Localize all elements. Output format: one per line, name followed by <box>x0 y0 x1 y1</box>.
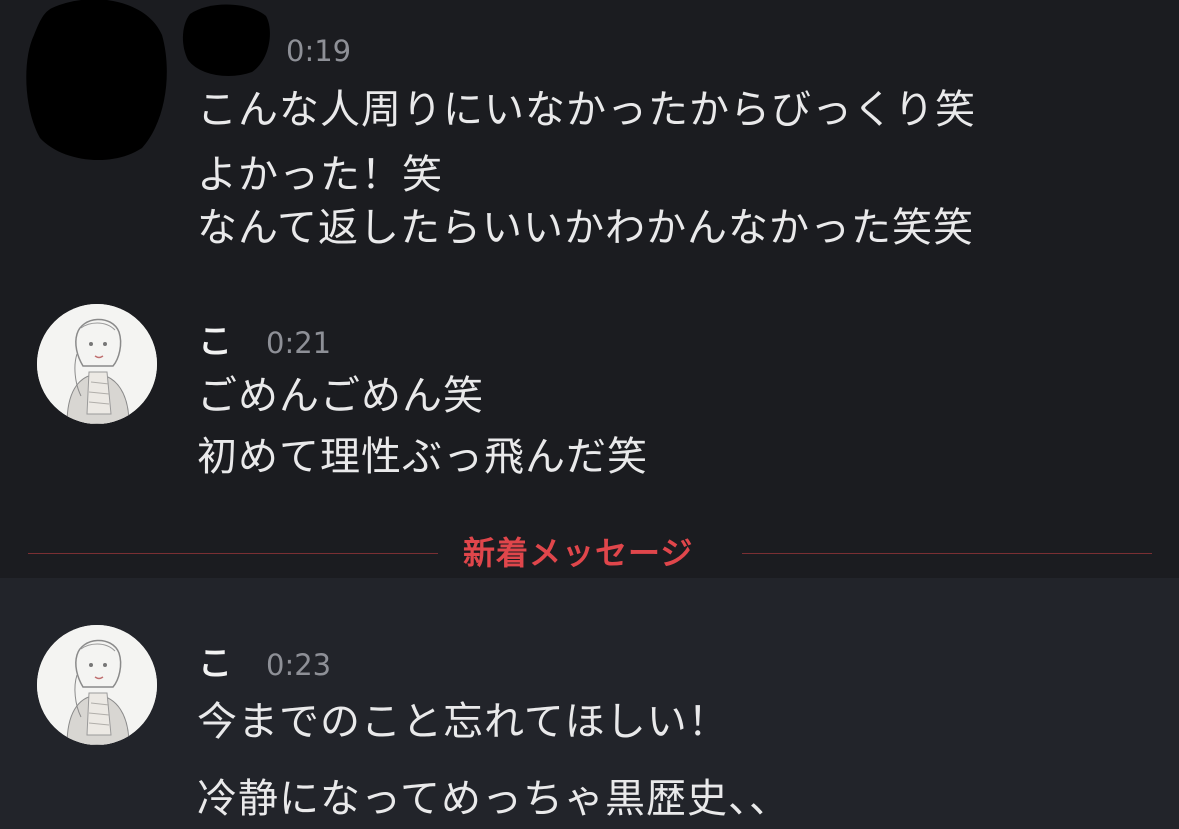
chat-view: 0:19 こんな人周りにいなかったからびっくり笑 よかった！笑 なんて返したらい… <box>0 0 1179 829</box>
avatar[interactable] <box>37 625 157 745</box>
message-timestamp: 0:21 <box>266 326 332 360</box>
message-author[interactable]: こ <box>198 322 232 362</box>
avatar-illustration-icon <box>37 304 157 424</box>
avatar[interactable] <box>37 304 157 424</box>
message-line: なんて返したらいいかわかんなかった笑笑 <box>197 205 974 251</box>
avatar-illustration-icon <box>37 625 157 745</box>
new-messages-divider: 新着メッセージ <box>0 530 1179 576</box>
redacted-avatar <box>26 0 167 160</box>
message-line: こんな人周りにいなかったからびっくり笑 <box>197 87 976 133</box>
message-line: 冷静になってめっちゃ黒歴史、、 <box>197 776 790 822</box>
message-timestamp: 0:19 <box>286 34 352 68</box>
message-line: ごめんごめん笑 <box>197 373 484 419</box>
divider-line-left <box>28 553 438 554</box>
message-line: 今までのこと忘れてほしい！ <box>197 699 729 745</box>
message-timestamp: 0:23 <box>266 648 332 682</box>
divider-line-right <box>742 553 1152 554</box>
message-line: 初めて理性ぶっ飛んだ笑 <box>197 434 648 480</box>
new-messages-label: 新着メッセージ <box>463 534 694 572</box>
message-author[interactable]: こ <box>198 644 232 684</box>
redacted-name <box>182 4 270 76</box>
message-line: よかった！笑 <box>197 152 443 198</box>
